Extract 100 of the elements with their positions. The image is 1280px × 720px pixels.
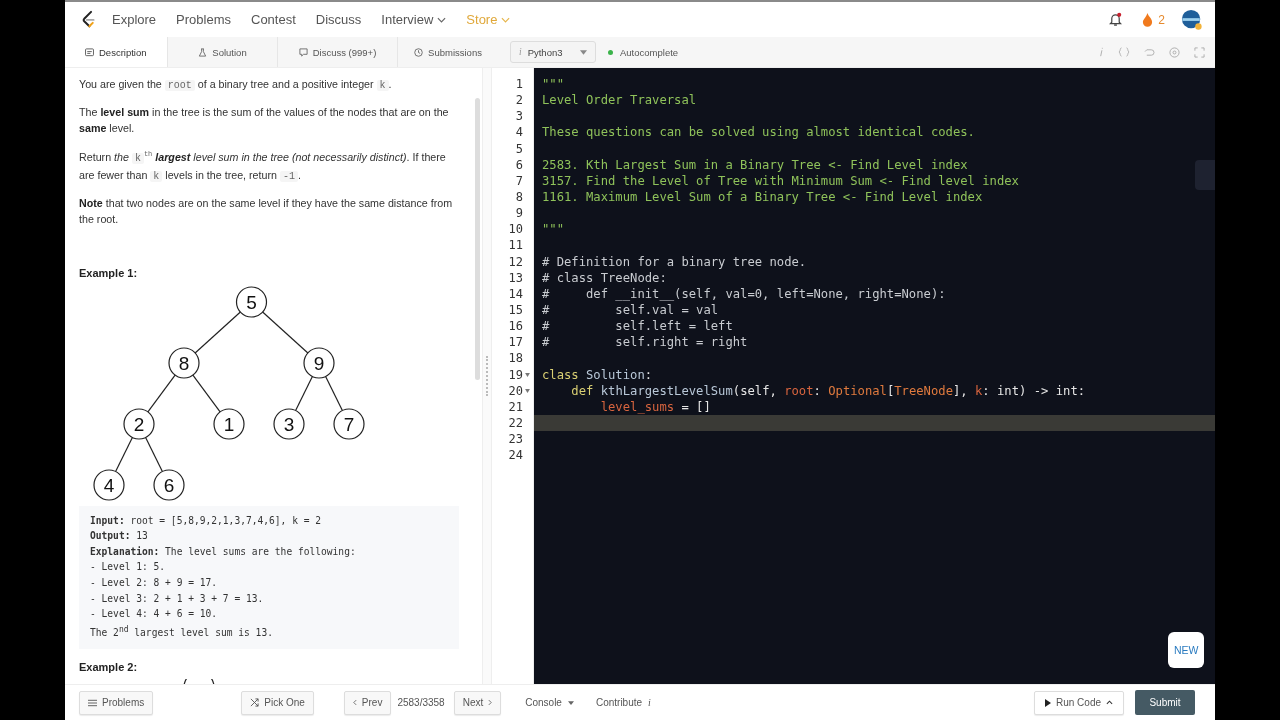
line-number: 3: [515, 109, 523, 124]
nav-link[interactable]: Problems: [176, 12, 231, 27]
console-button[interactable]: Console: [519, 696, 580, 709]
fold-caret-icon[interactable]: [524, 372, 530, 377]
line-number: 2: [515, 93, 523, 108]
info-icon[interactable]: [1099, 47, 1104, 57]
example-line: - Level 1: 5.: [90, 560, 167, 575]
autocomplete-toggle[interactable]: Autocomplete: [602, 45, 685, 59]
line-number: 10: [508, 222, 523, 237]
scrollbar[interactable]: [475, 98, 480, 380]
description-paragraph: Note that two nodes are on the same level if they have the same distance from the root.: [79, 195, 454, 227]
code-line: """: [542, 222, 564, 237]
flask-icon: [198, 47, 208, 57]
pick-one-button[interactable]: Pick One: [241, 690, 314, 715]
description-paragraph: You are given the root of a binary tree and a positive integer k .: [79, 77, 393, 93]
line-number: 23: [508, 432, 523, 447]
code-line: """: [542, 77, 564, 91]
braces-icon[interactable]: [1118, 47, 1130, 57]
code-line: # self.right = right: [542, 335, 748, 350]
nav-link[interactable]: Contest: [251, 12, 296, 27]
document-icon: [85, 47, 94, 57]
line-number: 4: [515, 125, 523, 140]
nav-link[interactable]: Discuss: [315, 12, 362, 27]
line-number: 9: [515, 206, 523, 221]
line-number: 5: [515, 141, 523, 156]
line-number: 12: [508, 254, 523, 269]
code-line: # Definition for a binary tree node.: [542, 254, 807, 269]
line-number: 14: [508, 286, 523, 301]
tab[interactable]: Description: [65, 37, 168, 67]
example-line: The 2$^{nd}$ largest level sum is 13.: [90, 623, 274, 640]
code-line: 2583. Kth Largest Sum in a Binary Tree <- Find Level index: [542, 157, 968, 172]
settings-icon[interactable]: [1169, 46, 1180, 58]
code-line: Level Order Traversal: [542, 93, 697, 108]
line-number: 22: [508, 416, 523, 430]
example-heading: Example 2:: [79, 660, 139, 673]
line-number: 21: [508, 399, 523, 414]
prev-button[interactable]: Prev: [343, 690, 392, 715]
example-line: - Level 2: 8 + 9 = 17.: [90, 575, 219, 590]
list-icon: [88, 698, 97, 707]
code-line: # self.left = left: [542, 319, 733, 334]
example-line: Output: 13: [90, 529, 149, 544]
code-line: 3157. Find the Level of Tree with Minimum Sum <- Find level index: [542, 173, 1019, 188]
example-line: Explanation: The level sums are the following:: [90, 544, 357, 559]
line-number: 7: [515, 173, 523, 188]
fullscreen-icon[interactable]: [1194, 46, 1205, 58]
tab[interactable]: Submissions: [398, 37, 498, 67]
tab[interactable]: Discuss (999+): [278, 37, 398, 67]
example-line: - Level 3: 2 + 1 + 3 + 7 = 13.: [90, 591, 265, 606]
clock-icon: [414, 47, 424, 57]
notification-bell-icon[interactable]: [1109, 12, 1123, 27]
line-number: 17: [508, 335, 523, 350]
code-line: These questions can be solved using almost identical codes.: [542, 125, 975, 140]
chevron-up-icon: [1106, 700, 1113, 705]
new-badge-button[interactable]: NEW: [1168, 632, 1204, 668]
binary-tree-drawing: 4 6 2 1 8 3 7 9 5: [79, 284, 379, 502]
example-heading: Example 1:: [79, 266, 139, 279]
example-line: - Level 4: 4 + 6 = 10.: [90, 607, 219, 622]
code-line: # def __init__(self, val=0, left=None, right=None):: [542, 286, 946, 301]
code-line: # self.val = val: [542, 302, 719, 317]
caret-icon: [580, 49, 587, 55]
code-line: def kthLargestLevelSum(self, root: Optional[TreeNode], k: int) -> int:: [570, 383, 1086, 398]
code-line: class Solution:: [542, 367, 653, 382]
line-number: 20: [508, 383, 523, 398]
caret-icon: [567, 700, 574, 705]
line-number: 19: [508, 367, 523, 382]
chat-icon: [298, 47, 308, 57]
side-panel-tab[interactable]: [1195, 160, 1215, 190]
shuffle-icon: [250, 698, 260, 707]
fold-caret-icon[interactable]: [524, 388, 530, 393]
next-button[interactable]: Next: [453, 690, 502, 715]
code-line: level_sums = []: [599, 399, 711, 414]
chevron-left-icon: [352, 699, 357, 706]
play-icon: [1044, 698, 1051, 707]
line-number: 18: [508, 351, 523, 366]
problems-button[interactable]: Problems: [79, 690, 154, 715]
line-number: 15: [508, 303, 523, 318]
line-number: 24: [508, 448, 523, 463]
language-select[interactable]: i Python3: [510, 41, 596, 63]
flame-icon[interactable]: [1142, 12, 1154, 27]
line-number: 1: [515, 77, 523, 92]
description-paragraph: Return the k $^{th}$ largest level sum in the tree (not necessarily distinct). If there are fewer than k levels in the tree, return -1 .: [79, 149, 447, 184]
example-line: Input: root = [5,8,9,2,1,3,7,4,6], k = 2: [90, 513, 323, 528]
tab[interactable]: Solution: [168, 37, 278, 67]
streak-count: 2: [1158, 12, 1165, 27]
undo-icon[interactable]: [1144, 47, 1155, 57]
submit-button[interactable]: Submit: [1135, 690, 1195, 715]
chevron-down-icon[interactable]: [437, 16, 447, 23]
nav-link[interactable]: Explore: [112, 12, 157, 27]
tree-node-drawing: [183, 678, 215, 684]
logo-icon[interactable]: [80, 10, 97, 29]
nav-menu[interactable]: Interview: [381, 12, 447, 27]
line-number: 8: [515, 190, 523, 205]
splitter-handle[interactable]: [482, 68, 492, 684]
line-number: 13: [508, 270, 523, 285]
run-code-button[interactable]: Run Code: [1033, 690, 1124, 715]
line-number: 6: [515, 157, 523, 172]
avatar-icon[interactable]: [1181, 8, 1203, 31]
description-paragraph: The level sum in the tree is the sum of the values of the nodes that are on the same level.: [79, 105, 450, 136]
contribute-button[interactable]: Contribute i: [589, 696, 657, 709]
chevron-right-icon: [488, 699, 493, 706]
